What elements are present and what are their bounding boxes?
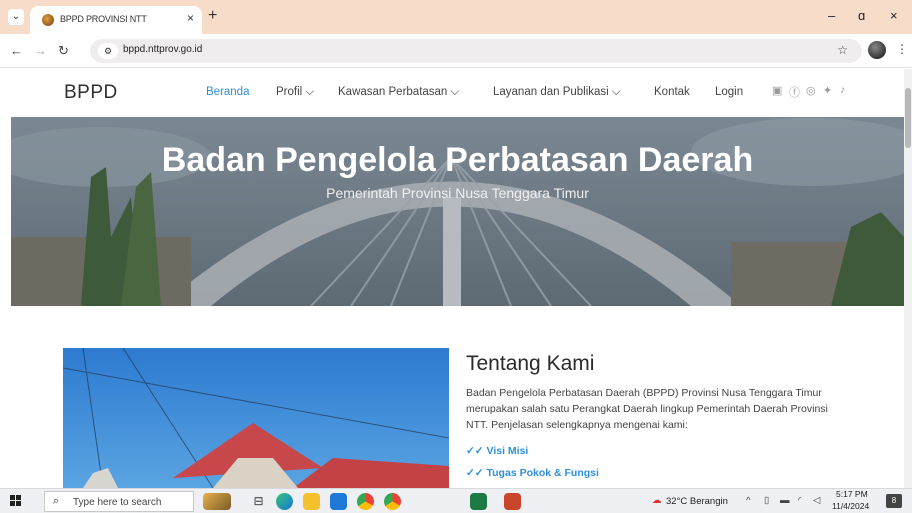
profile-avatar[interactable] <box>868 41 886 59</box>
office-building-image <box>63 348 449 488</box>
tiktok-icon[interactable]: ♪ <box>840 84 846 96</box>
powerpoint-icon[interactable] <box>504 493 521 510</box>
clock-time[interactable]: 5:17 PM <box>836 489 868 499</box>
taskbar-search-box[interactable]: ⌕ Type here to search <box>44 491 194 512</box>
network-icon[interactable]: ◜ <box>798 495 802 506</box>
site-header: BPPD Beranda Profil ⌵ Kawasan Perbatasan… <box>0 69 904 117</box>
forward-icon[interactable]: → <box>34 43 47 58</box>
tugas-pokok-fungsi-link[interactable]: ✓✓ Tugas Pokok & Fungsi <box>466 467 599 479</box>
chrome-profile-icon[interactable] <box>384 493 401 510</box>
close-window-button[interactable]: × <box>890 8 898 23</box>
tab-title: BPPD PROVINSI NTT <box>60 14 147 24</box>
site-favicon-icon <box>42 14 54 26</box>
nav-login[interactable]: Login <box>715 86 743 98</box>
scrollbar-thumb[interactable] <box>905 88 911 148</box>
nav-layanan-publikasi[interactable]: Layanan dan Publikasi ⌵ <box>493 86 621 99</box>
task-view-icon[interactable]: ⊟ <box>250 493 267 510</box>
facebook-icon[interactable]: ⓕ <box>789 84 800 100</box>
instagram-icon[interactable]: ◎ <box>806 84 816 97</box>
about-description: Badan Pengelola Perbatasan Daerah (BPPD)… <box>466 387 828 431</box>
url-text[interactable]: bppd.nttprov.go.id <box>123 44 202 55</box>
nav-profil[interactable]: Profil ⌵ <box>276 86 314 99</box>
excel-icon[interactable] <box>470 493 487 510</box>
chrome-icon[interactable] <box>357 493 374 510</box>
minimize-button[interactable]: – <box>828 8 835 23</box>
about-image <box>63 348 449 488</box>
twitter-icon[interactable]: ✦ <box>823 84 832 97</box>
bookmark-star-icon[interactable]: ☆ <box>837 43 848 57</box>
browser-tab[interactable]: BPPD PROVINSI NTT × <box>30 6 202 34</box>
taskbar-search-placeholder: Type here to search <box>73 497 162 508</box>
browser-toolbar: ← → ↻ ⚙ bppd.nttprov.go.id ☆ ⋮ <box>0 34 912 68</box>
address-bar[interactable]: ⚙ bppd.nttprov.go.id ☆ <box>90 39 862 63</box>
weather-icon: ☁ <box>652 495 662 506</box>
edge-browser-icon[interactable] <box>276 493 293 510</box>
tray-chevron-icon[interactable]: ^ <box>746 495 750 506</box>
nav-beranda[interactable]: Beranda <box>206 86 249 98</box>
windows-taskbar: ⌕ Type here to search ⊟ ☁ 32°C Berangin … <box>0 488 912 513</box>
weather-text[interactable]: 32°C Berangin <box>666 496 728 507</box>
tray-app-icon[interactable]: ▯ <box>764 495 769 506</box>
reload-icon[interactable]: ↻ <box>58 43 69 59</box>
hero-title: Badan Pengelola Perbatasan Daerah <box>161 141 754 179</box>
browser-tab-bar: ⌄ BPPD PROVINSI NTT × + – ɑ × <box>0 0 912 34</box>
search-icon: ⌕ <box>53 495 60 507</box>
volume-icon[interactable]: ◁ <box>813 495 820 506</box>
site-brand[interactable]: BPPD <box>64 82 118 104</box>
new-tab-button[interactable]: + <box>208 7 217 25</box>
file-explorer-icon[interactable] <box>303 493 320 510</box>
search-highlight-icon[interactable] <box>203 493 231 510</box>
battery-icon[interactable]: ▬ <box>780 495 790 506</box>
maximize-button[interactable]: ɑ <box>858 8 865 23</box>
hero-subtitle: Pemerintah Provinsi Nusa Tenggara Timur <box>326 185 589 201</box>
browser-menu-icon[interactable]: ⋮ <box>896 42 908 56</box>
tab-search-chevron-icon[interactable]: ⌄ <box>8 9 24 25</box>
notification-icon[interactable]: 8 <box>886 494 902 508</box>
windows-start-icon[interactable] <box>10 495 22 507</box>
back-icon[interactable]: ← <box>10 43 23 58</box>
site-info-icon[interactable]: ⚙ <box>98 43 118 59</box>
visi-misi-link[interactable]: ✓✓ Visi Misi <box>466 445 528 457</box>
youtube-icon[interactable]: ▣ <box>772 84 782 97</box>
clock-date[interactable]: 11/4/2024 <box>832 501 869 511</box>
nav-kontak[interactable]: Kontak <box>654 86 690 98</box>
mail-icon[interactable] <box>330 493 347 510</box>
hero-banner: Badan Pengelola Perbatasan Daerah Pemeri… <box>11 117 904 306</box>
tab-close-icon[interactable]: × <box>187 11 194 25</box>
about-title: Tentang Kami <box>466 352 595 375</box>
nav-kawasan-perbatasan[interactable]: Kawasan Perbatasan ⌵ <box>338 86 459 99</box>
